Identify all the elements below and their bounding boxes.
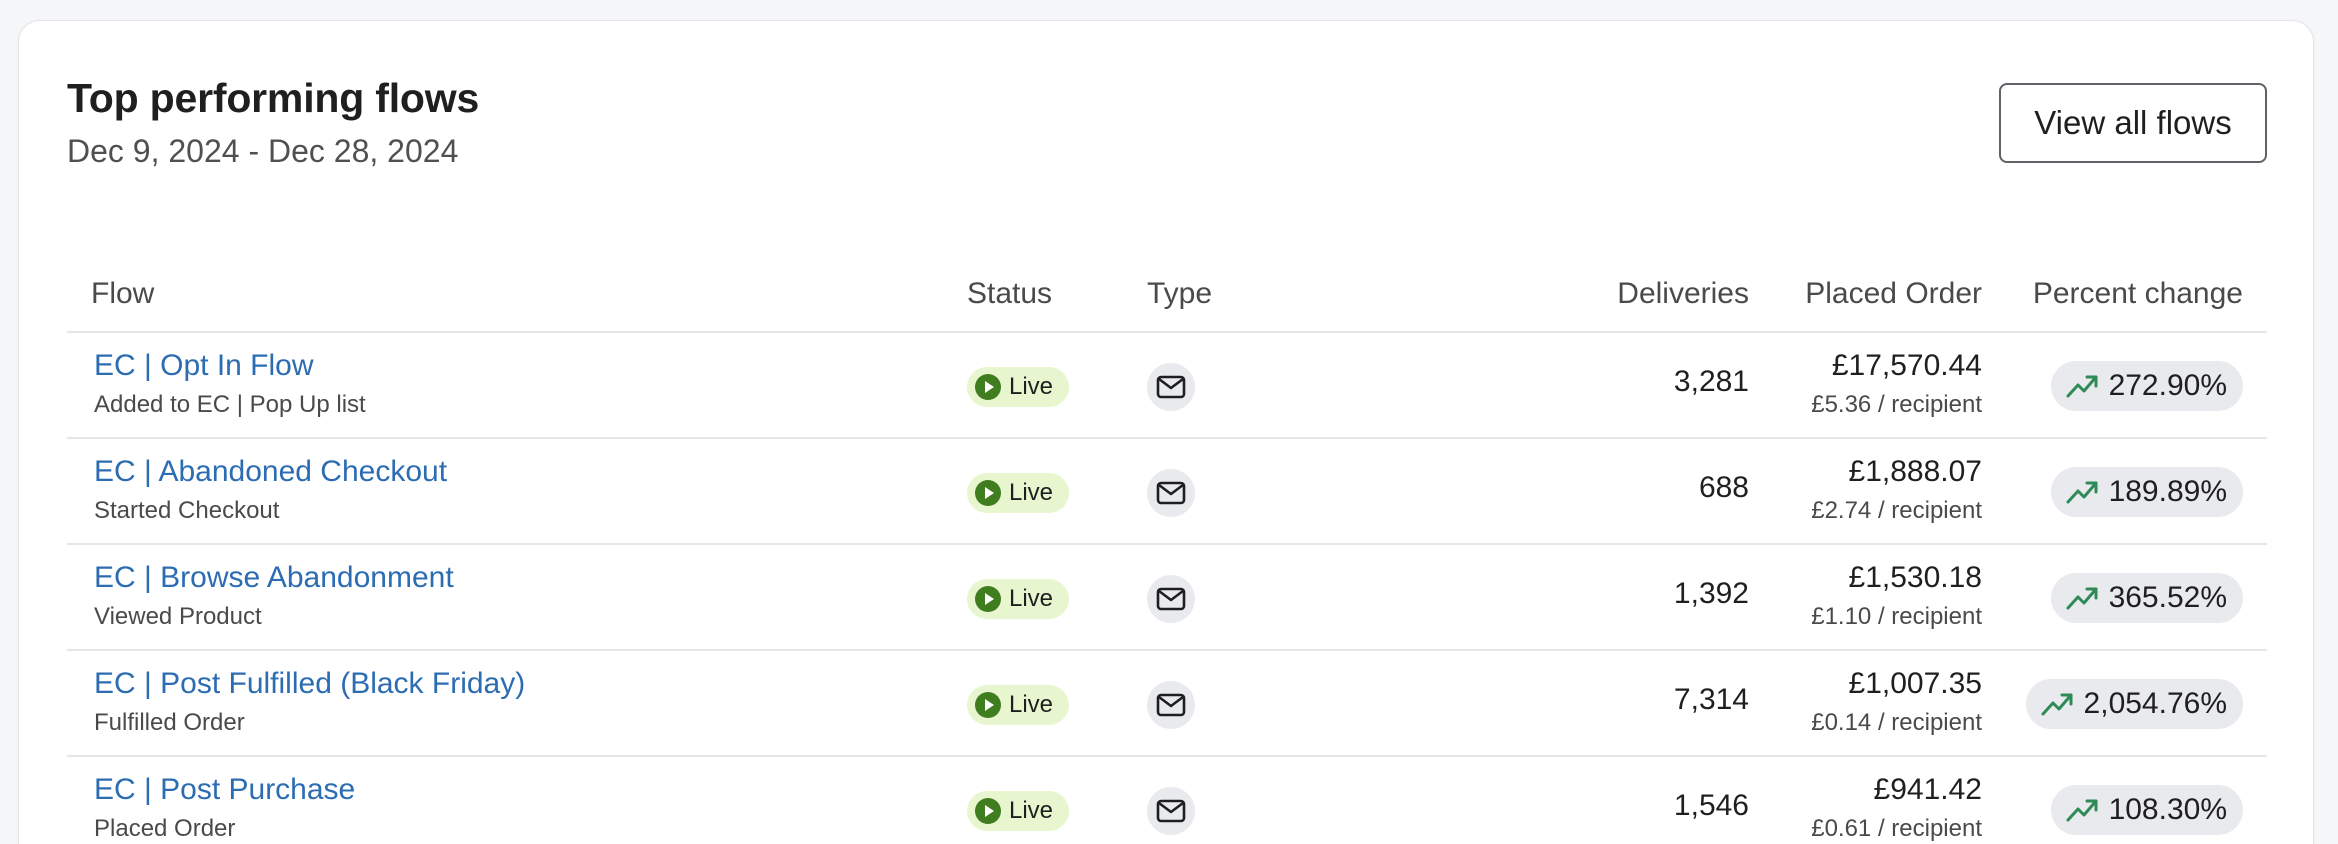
flow-trigger: Viewed Product: [94, 603, 262, 630]
placed-order-value: £1,888.07: [1848, 455, 1982, 488]
column-header-status: Status: [967, 277, 1053, 310]
card-title: Top performing flows: [67, 75, 480, 121]
table-row: EC | Post Fulfilled (Black Friday) Fulfi…: [67, 651, 2267, 757]
per-recipient-value: £5.36 / recipient: [1811, 391, 1982, 418]
status-label: Live: [1009, 373, 1054, 400]
envelope-icon: [1147, 575, 1195, 623]
flow-name-link[interactable]: EC | Post Fulfilled (Black Friday): [94, 667, 525, 701]
percent-change-badge: 108.30%: [2050, 785, 2243, 835]
play-icon: [975, 374, 1001, 400]
percent-change-value: 108.30%: [2108, 793, 2227, 826]
deliveries-value: 7,314: [1673, 683, 1749, 716]
status-badge: Live: [967, 579, 1070, 619]
table-row: EC | Opt In Flow Added to EC | Pop Up li…: [67, 333, 2267, 439]
view-all-flows-button[interactable]: View all flows: [1999, 83, 2267, 163]
per-recipient-value: £0.61 / recipient: [1811, 815, 1982, 842]
percent-change-value: 2,054.76%: [2083, 687, 2227, 720]
placed-order-value: £1,530.18: [1848, 561, 1982, 594]
percent-change-badge: 272.90%: [2050, 361, 2243, 411]
play-icon: [975, 480, 1001, 506]
column-header-placed-order: Placed Order: [1805, 277, 1982, 310]
percent-change-value: 272.90%: [2108, 369, 2227, 402]
envelope-icon: [1147, 787, 1195, 835]
deliveries-value: 1,392: [1673, 577, 1749, 610]
flow-trigger: Fulfilled Order: [94, 709, 245, 736]
trend-up-icon: [2066, 481, 2098, 504]
percent-change-badge: 189.89%: [2050, 467, 2243, 517]
per-recipient-value: £0.14 / recipient: [1811, 709, 1982, 736]
flow-trigger: Started Checkout: [94, 497, 280, 524]
table-row: EC | Post Purchase Placed Order Live 1,5…: [67, 757, 2267, 844]
percent-change-value: 189.89%: [2108, 475, 2227, 508]
trend-up-icon: [2066, 375, 2098, 398]
envelope-icon: [1147, 681, 1195, 729]
table-row: EC | Abandoned Checkout Started Checkout…: [67, 439, 2267, 545]
table-header: Flow Status Type Deliveries Placed Order…: [67, 253, 2267, 333]
status-badge: Live: [967, 685, 1070, 725]
flow-name-link[interactable]: EC | Opt In Flow: [94, 349, 314, 383]
column-header-flow: Flow: [91, 277, 155, 310]
per-recipient-value: £1.10 / recipient: [1811, 603, 1982, 630]
flow-name-link[interactable]: EC | Abandoned Checkout: [94, 455, 447, 489]
flow-name-link[interactable]: EC | Post Purchase: [94, 773, 355, 807]
play-icon: [975, 798, 1001, 824]
status-label: Live: [1009, 479, 1054, 506]
percent-change-value: 365.52%: [2108, 581, 2227, 614]
status-label: Live: [1009, 585, 1054, 612]
play-icon: [975, 692, 1001, 718]
placed-order-value: £941.42: [1873, 773, 1982, 806]
table-body: EC | Opt In Flow Added to EC | Pop Up li…: [67, 333, 2267, 844]
percent-change-badge: 365.52%: [2050, 573, 2243, 623]
placed-order-value: £1,007.35: [1848, 667, 1982, 700]
column-header-deliveries: Deliveries: [1617, 277, 1749, 310]
column-header-type: Type: [1147, 277, 1213, 310]
top-flows-card: Top performing flows Dec 9, 2024 - Dec 2…: [18, 20, 2314, 844]
deliveries-value: 1,546: [1673, 789, 1749, 822]
flow-trigger: Added to EC | Pop Up list: [94, 391, 366, 418]
per-recipient-value: £2.74 / recipient: [1811, 497, 1982, 524]
trend-up-icon: [2041, 693, 2073, 716]
envelope-icon: [1147, 469, 1195, 517]
deliveries-value: 3,281: [1673, 365, 1749, 398]
status-badge: Live: [967, 367, 1070, 407]
flows-table: Flow Status Type Deliveries Placed Order…: [67, 253, 2267, 844]
percent-change-badge: 2,054.76%: [2025, 679, 2243, 729]
deliveries-value: 688: [1698, 471, 1749, 504]
flow-trigger: Placed Order: [94, 815, 236, 842]
placed-order-value: £17,570.44: [1831, 349, 1982, 382]
date-range: Dec 9, 2024 - Dec 28, 2024: [67, 133, 459, 169]
column-header-percent-change: Percent change: [2032, 277, 2243, 310]
play-icon: [975, 586, 1001, 612]
table-row: EC | Browse Abandonment Viewed Product L…: [67, 545, 2267, 651]
status-label: Live: [1009, 797, 1054, 824]
trend-up-icon: [2066, 799, 2098, 822]
flow-name-link[interactable]: EC | Browse Abandonment: [94, 561, 454, 595]
status-badge: Live: [967, 791, 1070, 831]
status-badge: Live: [967, 473, 1070, 513]
trend-up-icon: [2066, 587, 2098, 610]
envelope-icon: [1147, 363, 1195, 411]
status-label: Live: [1009, 691, 1054, 718]
